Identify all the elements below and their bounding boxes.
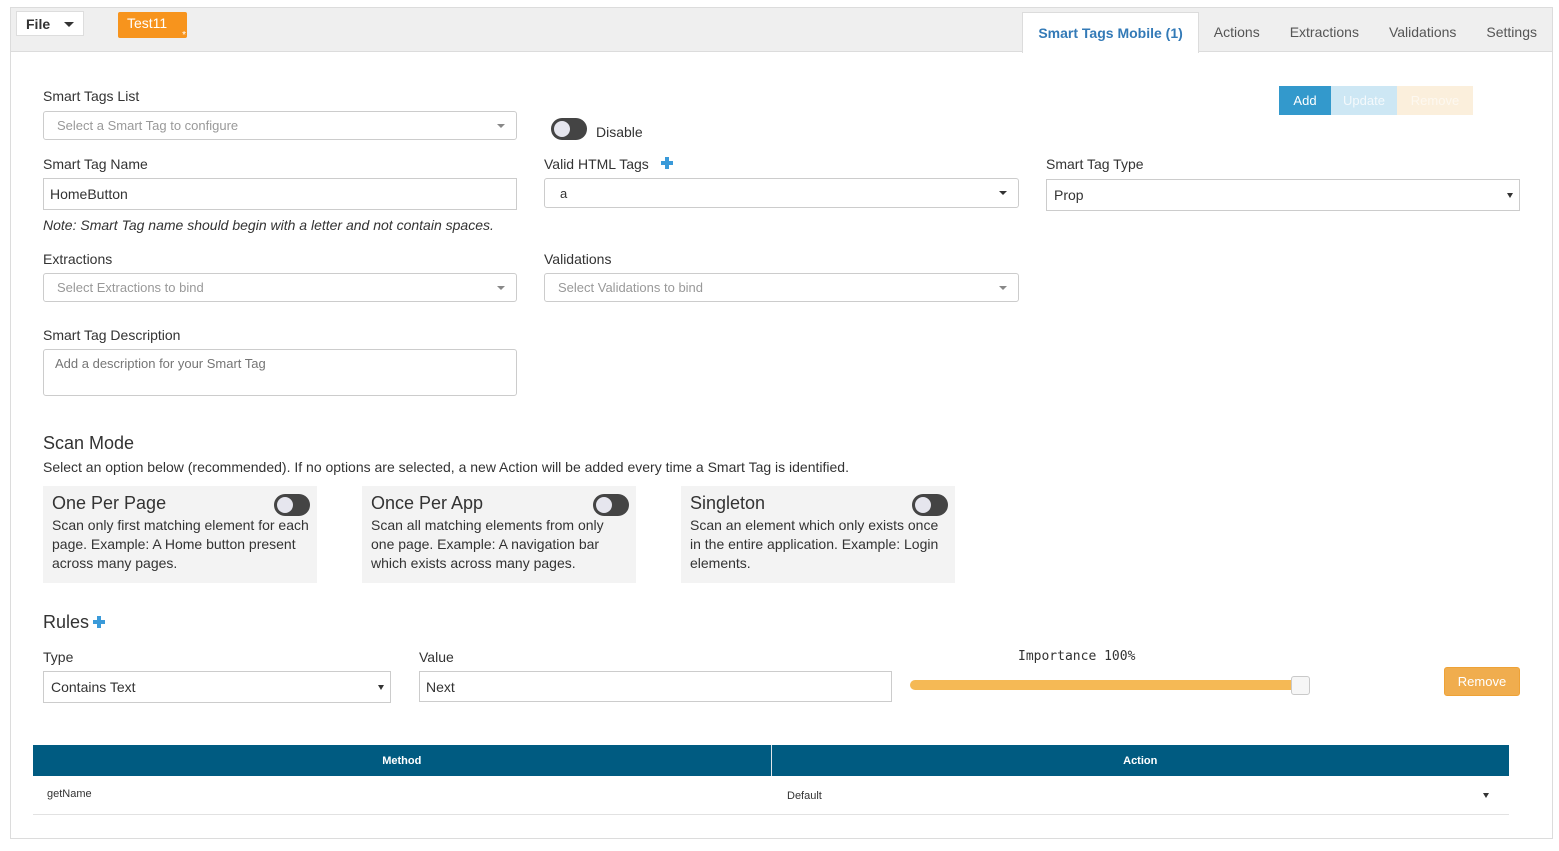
smart-tag-type-value: Prop: [1054, 187, 1084, 203]
tab-settings[interactable]: Settings: [1471, 12, 1552, 52]
smart-tags-list-label: Smart Tags List: [43, 88, 140, 104]
importance-label: Importance 100%: [1018, 649, 1136, 664]
once-per-app-toggle[interactable]: [593, 494, 629, 516]
tab-extractions[interactable]: Extractions: [1275, 12, 1374, 52]
remove-tag-button[interactable]: Remove: [1397, 86, 1473, 115]
file-menu-button[interactable]: File: [16, 11, 84, 36]
importance-slider-handle[interactable]: [1291, 676, 1310, 695]
rule-type-label: Type: [43, 649, 74, 665]
table-row: getName Default: [33, 776, 1509, 815]
top-bar: File Test11 * Smart Tags Mobile (1) Acti…: [11, 8, 1552, 53]
add-html-tag-icon[interactable]: [661, 157, 673, 169]
toggle-knob: [915, 497, 931, 513]
update-button[interactable]: Update: [1331, 86, 1397, 115]
scan-option-title: Once Per App: [371, 493, 484, 513]
valid-html-tags-select[interactable]: a: [544, 178, 1019, 208]
rule-value-input[interactable]: Next: [419, 671, 892, 702]
chevron-down-icon: [497, 286, 505, 290]
smart-tag-name-label: Smart Tag Name: [43, 156, 148, 172]
add-button[interactable]: Add: [1279, 86, 1331, 115]
chevron-down-icon: [497, 124, 505, 128]
column-header-action: Action: [1123, 754, 1158, 767]
add-rule-icon[interactable]: [93, 616, 105, 628]
smart-tags-list-placeholder: Select a Smart Tag to configure: [57, 118, 239, 133]
tab-validations[interactable]: Validations: [1374, 12, 1471, 52]
validations-label: Validations: [544, 251, 612, 267]
singleton-toggle[interactable]: [912, 494, 948, 516]
valid-html-tags-value: a: [560, 185, 568, 201]
smart-tags-list-select[interactable]: Select a Smart Tag to configure: [43, 111, 517, 140]
validations-placeholder: Select Validations to bind: [558, 280, 704, 295]
scan-mode-subtitle: Select an option below (recommended). If…: [43, 459, 849, 475]
chevron-down-icon: [1507, 193, 1513, 198]
scan-option-title: Singleton: [690, 493, 766, 513]
name-note: Note: Smart Tag name should begin with a…: [43, 217, 494, 233]
tab-actions[interactable]: Actions: [1199, 12, 1275, 52]
importance-slider-track[interactable]: [910, 680, 1310, 690]
smart-tag-type-label: Smart Tag Type: [1046, 156, 1144, 172]
chevron-down-icon: [378, 685, 384, 690]
action-select[interactable]: Default: [787, 790, 822, 802]
description-textarea[interactable]: [43, 349, 517, 396]
rules-title: Rules: [43, 612, 90, 632]
chevron-down-icon[interactable]: [1483, 793, 1489, 798]
project-badge-label: Test11: [127, 15, 168, 31]
table-header: Method Action: [33, 745, 1509, 776]
rule-type-value: Contains Text: [51, 679, 136, 695]
scan-option-desc: Scan only first matching element for eac…: [52, 517, 309, 571]
disable-label: Disable: [596, 124, 643, 140]
extractions-select[interactable]: Select Extractions to bind: [43, 273, 517, 302]
tab-bar: Smart Tags Mobile (1) Actions Extraction…: [1022, 12, 1552, 53]
scan-option-one-per-page: One Per Page Scan only first matching el…: [43, 486, 317, 583]
validations-select[interactable]: Select Validations to bind: [544, 273, 1019, 302]
method-cell: getName: [47, 788, 92, 800]
disable-toggle[interactable]: [551, 118, 587, 140]
description-label: Smart Tag Description: [43, 327, 181, 343]
tab-smart-tags-mobile[interactable]: Smart Tags Mobile (1): [1022, 12, 1199, 53]
scan-option-desc: Scan all matching elements from only one…: [371, 517, 604, 571]
rule-value-label: Value: [419, 649, 454, 665]
toggle-knob: [277, 497, 293, 513]
chevron-down-icon: [999, 191, 1007, 195]
rule-type-select[interactable]: Contains Text: [43, 671, 391, 703]
column-header-method: Method: [33, 745, 772, 776]
scan-option-singleton: Singleton Scan an element which only exi…: [681, 486, 955, 583]
scan-option-once-per-app: Once Per App Scan all matching elements …: [362, 486, 636, 583]
chevron-down-icon: [64, 22, 74, 27]
scan-mode-title: Scan Mode: [43, 433, 135, 453]
remove-rule-button[interactable]: Remove: [1444, 667, 1520, 696]
scan-option-desc: Scan an element which only exists once i…: [690, 517, 939, 571]
project-badge[interactable]: Test11 *: [118, 12, 187, 41]
valid-html-tags-label: Valid HTML Tags: [544, 156, 649, 172]
one-per-page-toggle[interactable]: [274, 494, 310, 516]
chevron-down-icon: [999, 286, 1007, 290]
extractions-label: Extractions: [43, 251, 113, 267]
smart-tag-name-input[interactable]: HomeButton: [43, 178, 517, 210]
scan-option-title: One Per Page: [52, 493, 167, 513]
extractions-placeholder: Select Extractions to bind: [57, 280, 204, 295]
smart-tag-type-select[interactable]: Prop: [1046, 179, 1520, 211]
file-menu-label: File: [26, 15, 51, 32]
toggle-knob: [596, 497, 612, 513]
toggle-knob: [554, 121, 570, 137]
unsaved-marker: *: [182, 30, 186, 41]
